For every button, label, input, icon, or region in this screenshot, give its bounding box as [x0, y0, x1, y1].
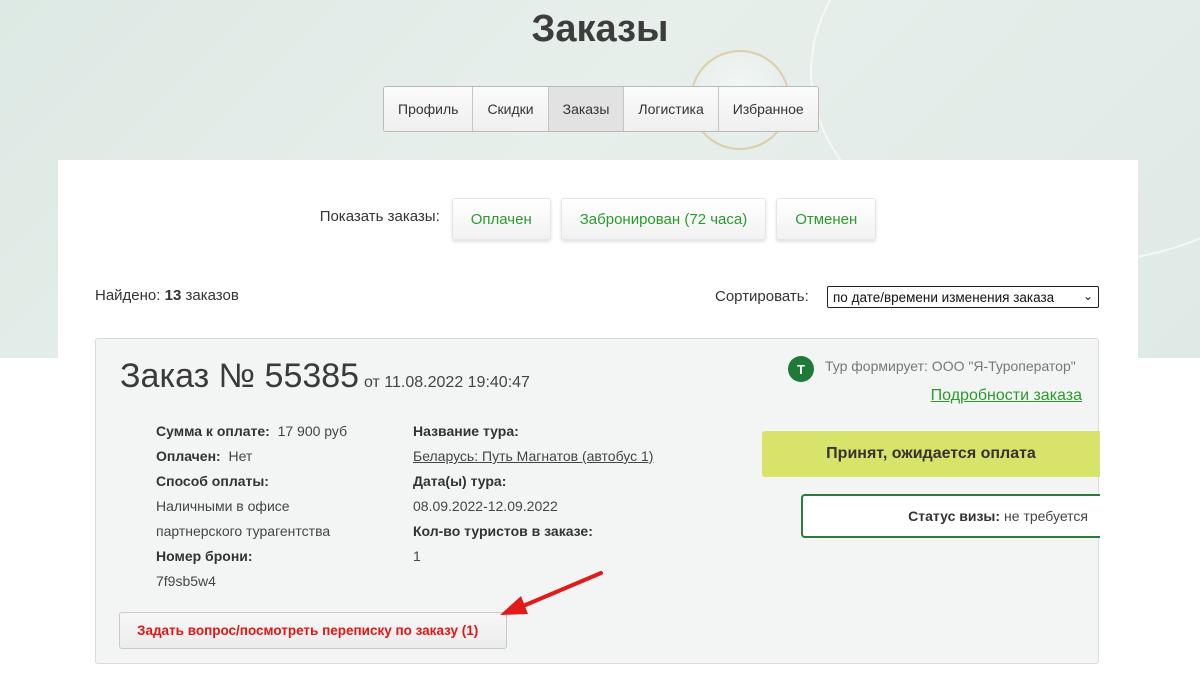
visa-value: не требуется [1004, 508, 1088, 524]
dates-label: Дата(ы) тура: [413, 473, 507, 489]
sort-select[interactable]: по дате/времени изменения заказа ⌄ [827, 286, 1099, 308]
order-date: от 11.08.2022 19:40:47 [364, 374, 530, 391]
order-card: Заказ № 55385 от 11.08.2022 19:40:47 Т Т… [95, 338, 1100, 664]
tab-favorites[interactable]: Избранное [718, 87, 818, 131]
sum-label: Сумма к оплате: [156, 423, 270, 439]
divider [94, 248, 1098, 256]
sort-label: Сортировать: [715, 288, 809, 305]
page-title: Заказы [531, 8, 669, 50]
paid-row: Оплачен: Нет [156, 444, 347, 469]
operator-logo-icon: Т [788, 356, 814, 382]
tab-orders[interactable]: Заказы [548, 87, 625, 131]
sum-value: 17 900 руб [277, 423, 348, 439]
payment-value-line1: Наличными в офисе [156, 498, 290, 514]
order-details-link[interactable]: Подробности заказа [931, 387, 1082, 405]
tourists-value: 1 [413, 548, 421, 564]
orders-panel: Показать заказы: Оплачен Забронирован (7… [58, 160, 1138, 690]
sum-row: Сумма к оплате: 17 900 руб [156, 419, 347, 444]
tour-label: Название тура: [413, 423, 519, 439]
results-suffix: заказов [185, 287, 239, 304]
filter-cancelled-button[interactable]: Отменен [776, 198, 877, 240]
payment-value-line2: партнерского турагентства [156, 523, 331, 539]
results-prefix: Найдено: [95, 287, 161, 304]
tour-link[interactable]: Беларусь: Путь Магнатов (автобус 1) [413, 448, 653, 464]
order-title: Заказ № 55385 [120, 357, 360, 395]
tab-discounts[interactable]: Скидки [473, 87, 549, 131]
paid-value: Нет [228, 448, 253, 464]
order-info-right: Название тура: Беларусь: Путь Магнатов (… [413, 419, 653, 569]
booking-label: Номер брони: [156, 548, 253, 564]
order-info-left: Сумма к оплате: 17 900 руб Оплачен: Нет … [156, 419, 347, 594]
tab-profile[interactable]: Профиль [384, 87, 474, 131]
dates-value: 08.09.2022-12.09.2022 [413, 498, 558, 514]
sort-selected-value: по дате/времени изменения заказа [833, 289, 1055, 305]
tourists-label: Кол-во туристов в заказе: [413, 523, 593, 539]
status-badge: Принят, ожидается оплата [762, 431, 1100, 477]
results-number: 13 [164, 287, 182, 304]
visa-label: Статус визы: [908, 508, 1001, 524]
chevron-down-icon: ⌄ [1082, 289, 1093, 303]
visa-status: Статус визы: не требуется [801, 494, 1100, 538]
operator-text: Тур формирует: ООО "Я-Туроператор" [825, 358, 1076, 374]
filter-label: Показать заказы: [319, 208, 440, 225]
payment-label: Способ оплаты: [156, 473, 269, 489]
results-count: Найдено: 13 заказов [95, 287, 239, 304]
account-tabs: Профиль Скидки Заказы Логистика Избранно… [383, 86, 819, 132]
paid-label: Оплачен: [156, 448, 221, 464]
filter-paid-button[interactable]: Оплачен [451, 198, 551, 240]
booking-value: 7f9sb5w4 [156, 573, 216, 589]
ask-question-button[interactable]: Задать вопрос/посмотреть переписку по за… [119, 612, 507, 649]
filter-booked-button[interactable]: Забронирован (72 часа) [560, 198, 767, 240]
tab-logistics[interactable]: Логистика [624, 87, 719, 131]
